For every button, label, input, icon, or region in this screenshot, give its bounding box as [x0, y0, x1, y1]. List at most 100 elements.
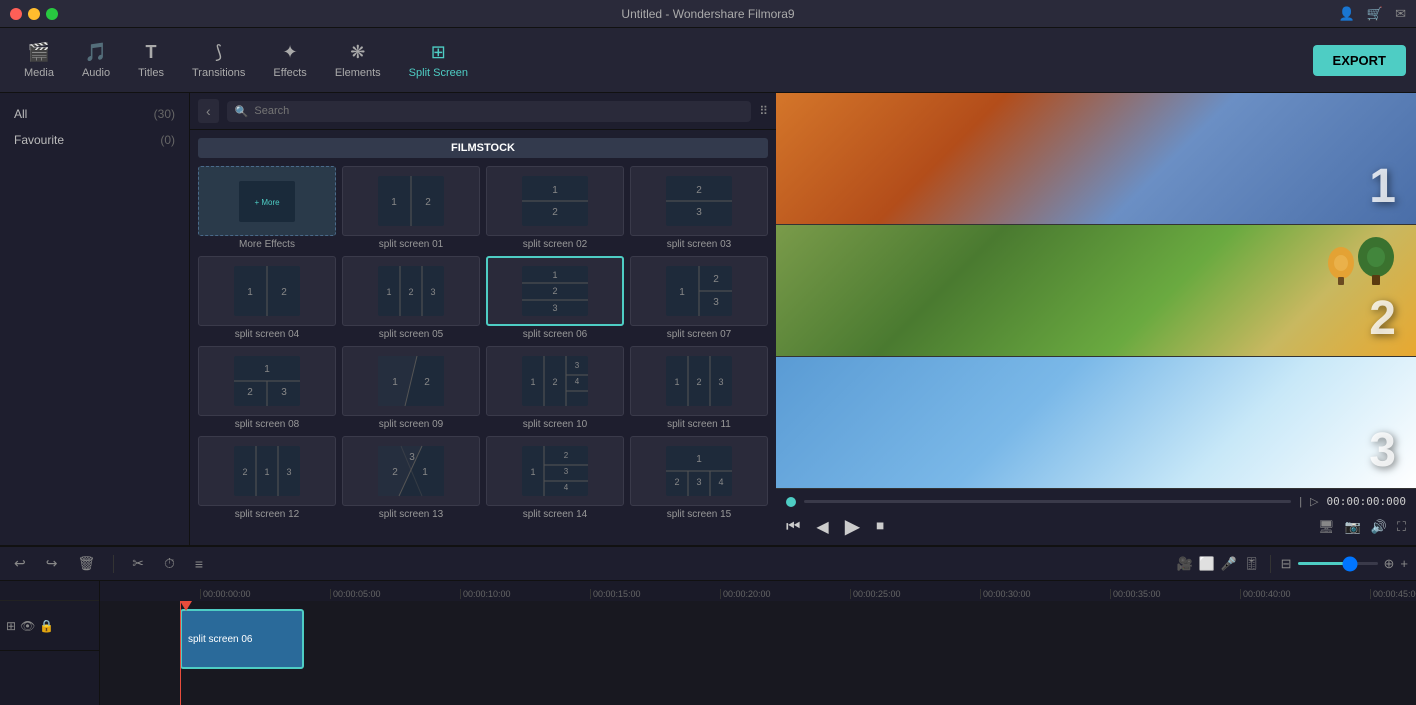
split-14-thumb[interactable]: 1 2 3 4: [486, 436, 624, 506]
track-content: split screen 06: [100, 601, 1416, 705]
sidebar-item-all[interactable]: All (30): [0, 101, 189, 127]
redo-button[interactable]: ↪: [40, 553, 64, 574]
clip-label: split screen 06: [188, 634, 252, 645]
list-item[interactable]: + More More Effects: [198, 166, 336, 250]
list-item[interactable]: 1 2 split screen 02: [486, 166, 624, 250]
timeline-area: ↩ ↪ 🗑 ✂ ⏱ ≡ 🎥 ⬜ 🎤 🎚 ⊟ ⊕ + ⊞ 👁 🔒: [0, 545, 1416, 705]
split-06-thumb[interactable]: 1 2 3: [486, 256, 624, 326]
split-02-thumb[interactable]: 1 2: [486, 166, 624, 236]
maximize-button[interactable]: [46, 8, 58, 20]
timeline-toolbar: ↩ ↪ 🗑 ✂ ⏱ ≡ 🎥 ⬜ 🎤 🎚 ⊟ ⊕ +: [0, 547, 1416, 581]
svg-text:3: 3: [409, 452, 415, 463]
preview-panel-2: 2: [776, 225, 1416, 357]
toolbar-item-elements[interactable]: ❋ Elements: [321, 34, 395, 87]
list-item[interactable]: 1 2 3 split screen 11: [630, 346, 768, 430]
search-box: 🔍: [227, 101, 752, 122]
titlebar: Untitled - Wondershare Filmora9 👤 🛒 ✉: [0, 0, 1416, 28]
close-button[interactable]: [10, 8, 22, 20]
delete-button[interactable]: 🗑: [71, 553, 101, 574]
screen-icon[interactable]: 🖥: [1318, 519, 1335, 535]
split-10-thumb[interactable]: 1 2 3 4: [486, 346, 624, 416]
toolbar-item-split-screen[interactable]: ⊞ Split Screen: [395, 34, 482, 87]
toolbar-item-effects[interactable]: ✦ Effects: [259, 34, 320, 87]
list-item[interactable]: 1 2 3 split screen 07: [630, 256, 768, 340]
svg-text:2: 2: [552, 377, 557, 387]
list-item[interactable]: 2 1 3 split screen 12: [198, 436, 336, 520]
zoom-slider[interactable]: [1298, 562, 1378, 565]
split-01-thumb[interactable]: 1 2: [342, 166, 480, 236]
list-item[interactable]: 1 2 3 split screen 05: [342, 256, 480, 340]
list-item[interactable]: 1 2 3 split screen 06: [486, 256, 624, 340]
camera-icon[interactable]: 📷: [1345, 519, 1361, 535]
split-15-thumb[interactable]: 1 2 3 4: [630, 436, 768, 506]
fullscreen-icon[interactable]: ⛶: [1397, 519, 1406, 535]
playhead-line: [180, 601, 181, 705]
camera-record-icon[interactable]: 🎥: [1177, 556, 1193, 572]
notification-icon[interactable]: ✉: [1395, 6, 1406, 22]
svg-text:3: 3: [564, 467, 569, 476]
track-eye-icon[interactable]: 👁: [20, 619, 35, 633]
list-item[interactable]: 1 2 3 4 split screen 10: [486, 346, 624, 430]
grid-view-icon[interactable]: ⠿: [759, 104, 768, 118]
svg-text:1: 1: [552, 185, 558, 196]
clip-speed-button[interactable]: ⏱: [158, 553, 181, 574]
list-item[interactable]: 2 1 3 split screen 13: [342, 436, 480, 520]
list-item[interactable]: 1 2 3 4 split screen 15: [630, 436, 768, 520]
progress-track[interactable]: [804, 500, 1291, 503]
split-11-thumb[interactable]: 1 2 3: [630, 346, 768, 416]
list-item-label: split screen 07: [630, 329, 768, 340]
purchase-icon[interactable]: 🛒: [1367, 6, 1383, 22]
volume-icon[interactable]: 🔊: [1371, 519, 1387, 535]
svg-text:4: 4: [718, 477, 723, 487]
toolbar-item-media[interactable]: 🎬 Media: [10, 34, 68, 87]
mic-icon[interactable]: 🎤: [1221, 556, 1237, 572]
properties-button[interactable]: ≡: [189, 554, 209, 574]
list-item-label: split screen 01: [342, 239, 480, 250]
sidebar-item-favourite[interactable]: Favourite (0): [0, 127, 189, 153]
svg-text:2: 2: [713, 274, 719, 285]
export-button[interactable]: EXPORT: [1313, 45, 1406, 76]
list-item[interactable]: 1 2 split screen 09: [342, 346, 480, 430]
list-item[interactable]: 1 2 split screen 01: [342, 166, 480, 250]
ruler-mark: 00:00:15:00: [590, 589, 720, 599]
list-item[interactable]: 1 2 3 split screen 08: [198, 346, 336, 430]
step-back-button[interactable]: ◀: [816, 517, 828, 537]
list-item[interactable]: 2 3 split screen 03: [630, 166, 768, 250]
audio-settings-icon[interactable]: 🎚: [1243, 556, 1260, 572]
split-03-thumb[interactable]: 2 3: [630, 166, 768, 236]
search-input[interactable]: [254, 105, 743, 117]
cut-button[interactable]: ✂: [126, 553, 150, 574]
titlebar-actions: 👤 🛒 ✉: [1339, 6, 1406, 22]
list-item[interactable]: 1 2 split screen 04: [198, 256, 336, 340]
undo-button[interactable]: ↩: [8, 553, 32, 574]
sidebar-count-all: (30): [154, 107, 175, 121]
svg-text:1: 1: [696, 454, 702, 465]
split-08-thumb[interactable]: 1 2 3: [198, 346, 336, 416]
pip-icon[interactable]: ⬜: [1199, 556, 1215, 572]
zoom-out-icon[interactable]: ⊟: [1281, 556, 1292, 572]
list-item[interactable]: 1 2 3 4 split screen 14: [486, 436, 624, 520]
timeline-clip[interactable]: split screen 06: [180, 609, 304, 669]
add-track-icon[interactable]: +: [1400, 556, 1408, 571]
stop-button[interactable]: ⏹: [876, 518, 884, 536]
split-12-thumb[interactable]: 2 1 3: [198, 436, 336, 506]
main-toolbar: 🎬 Media 🎵 Audio T Titles ⟆ Transitions ✦…: [0, 28, 1416, 93]
rewind-button[interactable]: ⏮: [786, 518, 800, 536]
split-05-thumb[interactable]: 1 2 3: [342, 256, 480, 326]
collapse-button[interactable]: ‹: [198, 99, 219, 123]
minimize-button[interactable]: [28, 8, 40, 20]
account-icon[interactable]: 👤: [1339, 6, 1355, 22]
toolbar-item-titles[interactable]: T Titles: [124, 34, 178, 87]
toolbar-item-transitions[interactable]: ⟆ Transitions: [178, 34, 259, 87]
split-07-thumb[interactable]: 1 2 3: [630, 256, 768, 326]
split-04-thumb[interactable]: 1 2: [198, 256, 336, 326]
toolbar-label-transitions: Transitions: [192, 67, 245, 79]
split-09-thumb[interactable]: 1 2: [342, 346, 480, 416]
split-13-thumb[interactable]: 2 1 3: [342, 436, 480, 506]
track-grid-icon[interactable]: ⊞: [6, 619, 16, 633]
toolbar-item-audio[interactable]: 🎵 Audio: [68, 34, 124, 87]
play-button[interactable]: ▶: [845, 514, 860, 539]
zoom-in-icon[interactable]: ⊕: [1384, 556, 1395, 572]
track-lock-icon[interactable]: 🔒: [39, 619, 54, 633]
more-effects-thumb[interactable]: + More: [198, 166, 336, 236]
